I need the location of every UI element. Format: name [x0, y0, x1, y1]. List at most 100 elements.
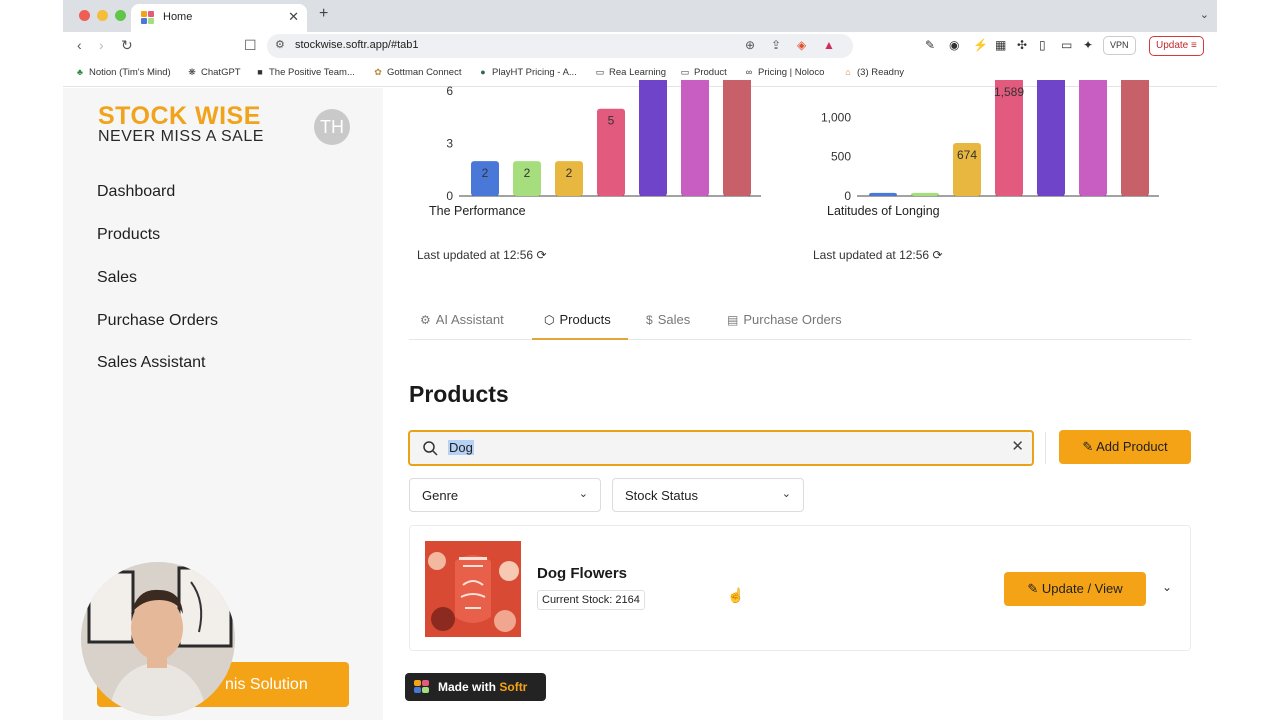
bookmark-item[interactable]: ♣ Notion (Tim's Mind) — [75, 67, 171, 78]
search-value[interactable]: Dog — [448, 440, 474, 455]
extension-pen-icon[interactable]: ✎ — [925, 38, 935, 52]
active-tab-indicator — [532, 338, 628, 340]
stock-badge: Current Stock: 2164 — [537, 590, 645, 610]
tab-search-chevron-icon[interactable]: ⌄ — [1200, 8, 1209, 21]
stock-status-filter-dropdown[interactable]: Stock Status ⌄ — [612, 478, 804, 512]
bookmark-item[interactable]: ⌂ (3) Readny — [843, 67, 904, 78]
brave-rewards-icon[interactable]: ▲ — [823, 38, 835, 52]
tab-purchase-orders[interactable]: ▤ Purchase Orders — [727, 312, 842, 327]
sidebar-item-sales[interactable]: Sales — [97, 269, 137, 287]
close-window-button[interactable] — [79, 10, 90, 21]
section-tabs: ⚙ AI Assistant ⬡ Products $ Sales ▤ Purchase… — [409, 302, 1191, 340]
browser-update-label: Update — [1156, 40, 1189, 51]
chart-latitudes-tick-label: 1,000 — [821, 110, 851, 124]
browser-tab-title: Home — [163, 11, 193, 23]
refresh-icon[interactable]: ⟳ — [932, 248, 942, 262]
dollar-icon: $ — [646, 313, 653, 327]
genre-filter-dropdown[interactable]: Genre ⌄ — [409, 478, 601, 512]
bookmark-item[interactable]: ∞ Pricing | Noloco — [744, 67, 825, 78]
sidebar-item-sales-assistant[interactable]: Sales Assistant — [97, 354, 206, 372]
chart-performance-data-label: 2 — [524, 166, 531, 180]
site-settings-icon[interactable]: ⚙ — [275, 38, 285, 51]
new-tab-icon[interactable]: + — [319, 5, 328, 23]
chart-latitudes-data-label: 674 — [957, 148, 977, 162]
expand-chevron-icon[interactable]: ⌄ — [1162, 580, 1172, 594]
reload-icon[interactable]: ↻ — [121, 37, 133, 54]
browser-window: Home ✕ + ⌄ ‹ › ↻ ☐ ⚙ stockwise.softr.app… — [63, 0, 1217, 720]
search-input[interactable]: Dog ✕ — [408, 430, 1034, 466]
tab-sales[interactable]: $ Sales — [646, 312, 690, 327]
edit-icon: ✎ — [1082, 439, 1094, 454]
bookmark-item[interactable]: ▭ Product — [680, 67, 727, 78]
chart-updated-right: Last updated at 12:56 ⟳ — [813, 248, 943, 262]
chatgpt-icon: ❋ — [188, 67, 196, 77]
share-icon[interactable]: ⇪ — [771, 38, 781, 52]
bookmark-item[interactable]: ▭ Rea Learning — [595, 67, 666, 78]
chart-updated-left: Last updated at 12:56 ⟳ — [417, 248, 547, 262]
chart-latitudes-bar[interactable] — [869, 192, 897, 196]
wallet-icon[interactable]: ▭ — [1061, 38, 1072, 52]
clear-search-icon[interactable]: ✕ — [1011, 437, 1024, 455]
list-item[interactable]: Dog Flowers Current Stock: 2164 ✎ Update… — [409, 525, 1191, 651]
product-name[interactable]: Dog Flowers — [537, 565, 627, 582]
browser-update-button[interactable]: Update ≡ — [1149, 36, 1204, 56]
chart-latitudes-bar[interactable] — [911, 192, 939, 196]
dropdown-label: Stock Status — [625, 488, 698, 503]
chart-performance-data-label: 5 — [608, 114, 615, 128]
chart-performance-bar[interactable] — [723, 80, 751, 196]
app-root: STOCK WISE NEVER MISS A SALE TH Dashboar… — [63, 80, 1217, 720]
sidebar-item-dashboard[interactable]: Dashboard — [97, 183, 175, 201]
bookmark-icon[interactable]: ☐ — [244, 37, 257, 54]
refresh-icon[interactable]: ⟳ — [536, 248, 546, 262]
extension-db-icon[interactable]: ◉ — [949, 38, 959, 52]
bookmark-item[interactable]: ❋ ChatGPT — [187, 67, 241, 78]
made-with-softr-badge[interactable]: Made with Softr — [405, 673, 546, 701]
positive-team-icon: ■ — [257, 67, 263, 77]
gottman-icon: ✿ — [374, 67, 382, 77]
tab-label: Sales — [657, 312, 691, 327]
chart-performance-data-label: 2 — [566, 166, 573, 180]
user-avatar[interactable]: TH — [314, 109, 350, 145]
tree-icon: ♣ — [77, 67, 83, 77]
add-product-button[interactable]: ✎ Add Product — [1059, 430, 1191, 464]
bookmark-label: (3) Readny — [857, 67, 904, 78]
chart-performance-bar[interactable] — [639, 80, 667, 196]
chart-performance-bar[interactable] — [681, 80, 709, 196]
chart-latitudes-bar[interactable] — [1121, 80, 1149, 196]
extensions-puzzle-icon[interactable]: ✣ — [1017, 38, 1027, 52]
chevron-down-icon: ⌄ — [578, 488, 588, 500]
bookmark-item[interactable]: ● PlayHT Pricing - A... — [478, 67, 577, 78]
chart-latitudes-svg: 1,000 500 0 674 1,589 Latitudes of Longing — [821, 80, 1159, 218]
chart-performance-data-label: 2 — [482, 166, 489, 180]
back-icon[interactable]: ‹ — [77, 37, 82, 53]
brave-shield-icon[interactable]: ◈ — [797, 38, 806, 52]
address-bar[interactable]: ⚙ stockwise.softr.app/#tab1 ⊕ ⇪ ◈ ▲ — [267, 34, 853, 58]
browser-tab-home[interactable]: Home ✕ — [131, 4, 307, 32]
sidebar-item-products[interactable]: Products — [97, 226, 160, 244]
brand-logo-name[interactable]: STOCK WISE — [98, 102, 261, 131]
extension-grid-icon[interactable]: ▦ — [995, 38, 1006, 52]
sidebar-toggle-icon[interactable]: ▯ — [1039, 38, 1046, 52]
bookmark-label: ChatGPT — [201, 67, 241, 78]
close-tab-icon[interactable]: ✕ — [288, 9, 299, 25]
chart-latitudes-bar[interactable] — [1037, 80, 1065, 196]
page-title: Products — [409, 381, 509, 407]
maximize-window-button[interactable] — [115, 10, 126, 21]
updated-text: Last updated at 12:56 — [813, 248, 930, 262]
bookmark-item[interactable]: ✿ Gottman Connect — [373, 67, 461, 78]
chart-performance: 6 3 0 2 2 2 5 The Performance — [409, 80, 769, 220]
vpn-button[interactable]: VPN — [1103, 36, 1136, 55]
zoom-icon[interactable]: ⊕ — [745, 38, 755, 52]
tab-products[interactable]: ⬡ Products — [544, 312, 611, 327]
update-view-button[interactable]: ✎ Update / View — [1004, 572, 1146, 606]
minimize-window-button[interactable] — [97, 10, 108, 21]
forward-icon[interactable]: › — [99, 37, 104, 53]
sidebar-item-purchase-orders[interactable]: Purchase Orders — [97, 312, 218, 330]
bookmark-item[interactable]: ■ The Positive Team... — [255, 67, 355, 78]
extension-bolt-icon[interactable]: ⚡ — [973, 38, 988, 52]
leo-ai-icon[interactable]: ✦ — [1083, 38, 1093, 52]
bookmark-label: The Positive Team... — [269, 67, 355, 78]
tab-ai-assistant[interactable]: ⚙ AI Assistant — [420, 312, 504, 327]
url-text[interactable]: stockwise.softr.app/#tab1 — [295, 39, 419, 51]
chart-latitudes-bar[interactable] — [1079, 80, 1107, 196]
